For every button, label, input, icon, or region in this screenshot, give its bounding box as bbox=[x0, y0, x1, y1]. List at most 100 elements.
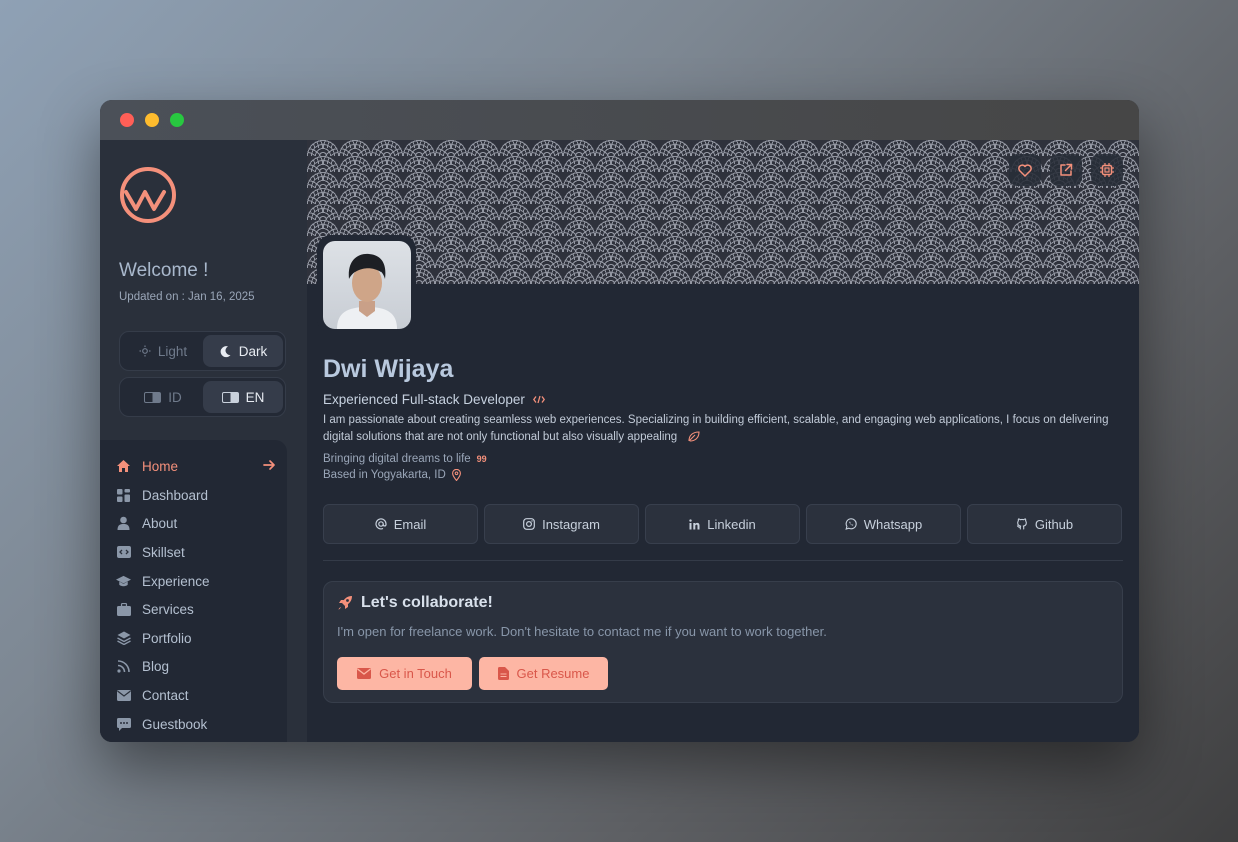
dark-theme-label: Dark bbox=[238, 343, 268, 359]
light-theme-option[interactable]: Light bbox=[123, 335, 203, 367]
profile-photo bbox=[337, 253, 397, 329]
nav-label: Services bbox=[142, 601, 194, 617]
nav-item-contact[interactable]: Contact bbox=[116, 684, 276, 706]
briefcase-icon bbox=[116, 602, 131, 616]
nav-item-services[interactable]: Services bbox=[116, 598, 276, 620]
language-toggle: ID EN bbox=[119, 377, 286, 417]
nav-label: Home bbox=[142, 458, 179, 474]
nav-label: Guestbook bbox=[142, 716, 208, 732]
get-resume-button[interactable]: Get Resume bbox=[479, 657, 608, 690]
main-content: Dwi Wijaya Experienced Full-stack Develo… bbox=[307, 140, 1139, 742]
get-in-touch-button[interactable]: Get in Touch bbox=[337, 657, 472, 690]
profile-bio-text: I am passionate about creating seamless … bbox=[323, 414, 1109, 443]
quote-mark: 99 bbox=[476, 454, 487, 464]
github-button[interactable]: Github bbox=[967, 504, 1122, 544]
profile-bio: I am passionate about creating seamless … bbox=[323, 412, 1123, 445]
profile-tagline-text: Bringing digital dreams to life bbox=[323, 453, 471, 465]
nav-item-home[interactable]: Home bbox=[116, 455, 276, 477]
profile-tagline: Bringing digital dreams to life 99 bbox=[323, 453, 487, 465]
instagram-button[interactable]: Instagram bbox=[484, 504, 639, 544]
social-links: Email Instagram Linkedin Whatsapp Github bbox=[323, 504, 1123, 544]
chip-button[interactable] bbox=[1091, 154, 1123, 186]
close-window-button[interactable] bbox=[120, 113, 134, 127]
browser-window: Welcome ! Updated on : Jan 16, 2025 Ligh… bbox=[100, 100, 1139, 742]
nav-label: Experience bbox=[142, 573, 210, 589]
external-link-icon bbox=[1060, 163, 1073, 176]
like-button[interactable] bbox=[1009, 154, 1041, 186]
email-label: Email bbox=[393, 516, 427, 532]
translate-icon bbox=[144, 391, 162, 403]
banner-actions bbox=[1009, 154, 1123, 186]
nav-item-portfolio[interactable]: Portfolio bbox=[116, 627, 276, 649]
profile-name: Dwi Wijaya bbox=[323, 355, 454, 383]
avatar-frame bbox=[317, 235, 416, 333]
nav-item-skillset[interactable]: Skillset bbox=[116, 541, 276, 563]
whatsapp-label: Whatsapp bbox=[863, 516, 923, 532]
nav-label: Blog bbox=[142, 658, 170, 674]
cpu-chip-icon bbox=[1100, 163, 1114, 177]
graduation-cap-icon bbox=[116, 575, 131, 586]
at-icon bbox=[375, 518, 387, 530]
code-icon bbox=[116, 546, 131, 558]
instagram-icon bbox=[523, 518, 535, 530]
collaborate-title: Let's collaborate! bbox=[361, 594, 493, 611]
get-resume-label: Get Resume bbox=[516, 666, 590, 681]
rss-icon bbox=[117, 659, 130, 673]
sidebar: Welcome ! Updated on : Jan 16, 2025 Ligh… bbox=[100, 140, 307, 742]
code-tag-icon bbox=[532, 395, 545, 404]
whatsapp-icon bbox=[845, 518, 857, 530]
nav-label: Skillset bbox=[142, 544, 185, 560]
share-button[interactable] bbox=[1050, 154, 1082, 186]
dark-theme-option[interactable]: Dark bbox=[203, 335, 283, 367]
leaf-icon bbox=[688, 431, 700, 442]
language-en-label: EN bbox=[245, 389, 265, 405]
rocket-icon bbox=[338, 596, 352, 610]
translate-icon bbox=[221, 391, 239, 403]
chat-icon bbox=[116, 717, 131, 731]
map-pin-icon bbox=[451, 469, 461, 481]
home-icon bbox=[117, 460, 130, 472]
get-in-touch-label: Get in Touch bbox=[379, 666, 452, 681]
dashboard-icon bbox=[117, 488, 130, 502]
linkedin-label: Linkedin bbox=[707, 516, 756, 532]
envelope-icon bbox=[116, 689, 131, 701]
profile-role: Experienced Full-stack Developer bbox=[323, 392, 525, 407]
light-theme-label: Light bbox=[157, 343, 188, 359]
document-icon bbox=[497, 667, 509, 680]
nav-item-guestbook[interactable]: Guestbook bbox=[116, 713, 276, 735]
profile-role-line: Experienced Full-stack Developer bbox=[323, 392, 545, 407]
main-navigation: Home Dashboard About Skillset Experience bbox=[100, 440, 287, 742]
language-option-id[interactable]: ID bbox=[123, 381, 203, 413]
collaborate-heading: Let's collaborate! bbox=[337, 594, 493, 612]
theme-toggle: Light Dark bbox=[119, 331, 286, 371]
heart-icon bbox=[1018, 163, 1032, 177]
language-id-label: ID bbox=[168, 389, 182, 405]
layers-icon bbox=[116, 631, 131, 645]
site-logo[interactable] bbox=[118, 165, 178, 225]
nav-label: Dashboard bbox=[142, 487, 209, 503]
github-icon bbox=[1016, 518, 1027, 530]
welcome-heading: Welcome ! bbox=[119, 260, 209, 281]
nav-label: About bbox=[142, 515, 178, 531]
nav-label: Contact bbox=[142, 687, 189, 703]
minimize-window-button[interactable] bbox=[145, 113, 159, 127]
email-button[interactable]: Email bbox=[323, 504, 478, 544]
nav-item-experience[interactable]: Experience bbox=[116, 570, 276, 592]
whatsapp-button[interactable]: Whatsapp bbox=[806, 504, 961, 544]
envelope-icon bbox=[357, 668, 372, 679]
profile-location-text: Based in Yogyakarta, ID bbox=[323, 469, 446, 481]
linkedin-icon bbox=[689, 518, 700, 529]
section-divider bbox=[323, 560, 1123, 561]
nav-item-blog[interactable]: Blog bbox=[116, 655, 276, 677]
linkedin-button[interactable]: Linkedin bbox=[645, 504, 800, 544]
nav-item-dashboard[interactable]: Dashboard bbox=[116, 484, 276, 506]
collaborate-description: I'm open for freelance work. Don't hesit… bbox=[337, 624, 827, 639]
moon-icon bbox=[220, 345, 231, 357]
instagram-label: Instagram bbox=[542, 516, 600, 532]
language-option-en[interactable]: EN bbox=[203, 381, 283, 413]
profile-location: Based in Yogyakarta, ID bbox=[323, 469, 461, 481]
nav-item-about[interactable]: About bbox=[116, 512, 276, 534]
maximize-window-button[interactable] bbox=[170, 113, 184, 127]
avatar bbox=[323, 241, 411, 329]
user-icon bbox=[117, 516, 130, 530]
